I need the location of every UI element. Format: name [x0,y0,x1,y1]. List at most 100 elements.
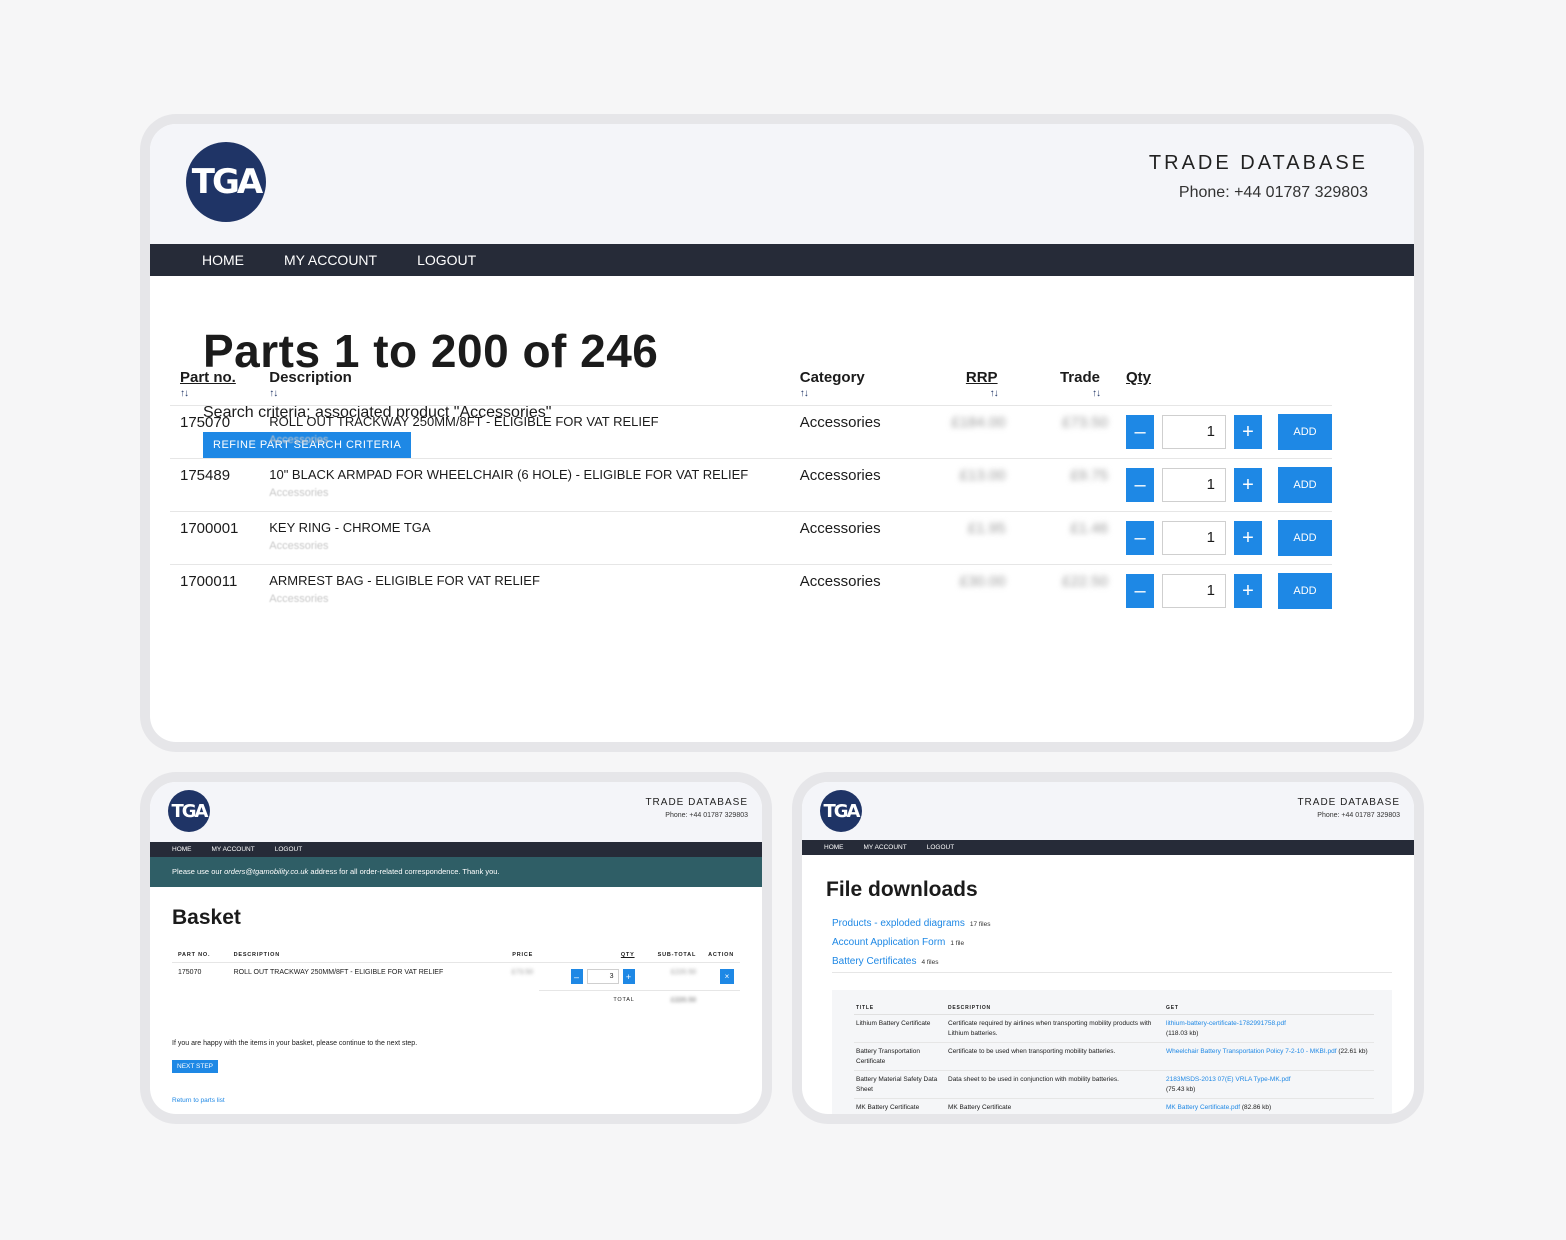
part-rrp: £13.00 [908,458,1006,512]
tga-logo[interactable]: TGA [186,142,266,222]
col-get: GET [1164,1002,1374,1015]
sort-arrows-icon[interactable]: ↑↓ [919,388,999,399]
nav-home[interactable]: HOME [824,844,844,851]
part-number[interactable]: 175070 [170,405,260,459]
increase-qty-button[interactable]: + [622,969,635,984]
increase-qty-button[interactable]: + [1234,574,1262,608]
basket-table: PART NO. DESCRIPTION PRICE QTY SUB-TOTAL… [172,948,740,1010]
file-title: Lithium Battery Certificate [854,1014,946,1043]
notice-prefix: Please use our [172,867,225,876]
col-description: DESCRIPTION [227,948,498,963]
add-to-basket-button[interactable]: ADD [1278,520,1332,556]
site-header: TGA TRADE DATABASE Phone: +44 01787 3298… [802,782,1414,840]
site-header: TGA TRADE DATABASE Phone: +44 01787 3298… [150,782,762,842]
add-to-basket-button[interactable]: ADD [1278,573,1332,609]
file-group[interactable]: Products - exploded diagrams 17 files [832,918,1392,929]
file-download-link[interactable]: Wheelchair Battery Transportation Policy… [1166,1048,1337,1055]
return-to-parts-link[interactable]: Return to parts list [172,1097,225,1104]
file-size: (75.43 kb) [1166,1086,1196,1093]
sort-arrows-icon[interactable]: ↑↓ [180,388,259,399]
file-group-link[interactable]: Account Application Form [832,937,945,948]
qty-input[interactable]: 1 [1162,415,1226,449]
qty-cell: –1 + ADD [1108,458,1332,512]
col-description: DESCRIPTION [946,1002,1164,1015]
sort-arrows-icon[interactable]: ↑↓ [800,388,909,399]
tga-logo[interactable]: TGA [820,790,862,832]
qty-input[interactable]: 1 [1162,521,1226,555]
decrease-qty-button[interactable]: – [570,969,583,984]
file-group[interactable]: Battery Certificates 4 files [832,956,1392,973]
sort-arrows-icon[interactable]: ↑↓ [269,388,790,399]
part-trade-price: £1.46 [1005,511,1108,565]
brand-phone: Phone: +44 01787 329803 [1317,812,1400,819]
increase-qty-button[interactable]: + [1234,521,1262,555]
file-groups: Products - exploded diagrams 17 files Acc… [832,918,1392,981]
nav-logout[interactable]: LOGOUT [417,252,476,268]
part-subcategory: Accessories [269,540,329,552]
file-download-link[interactable]: 2183MSDS-2013 07(E) VRLA Type-MK.pdf [1166,1076,1291,1083]
col-trade[interactable]: Trade ↑↓ [1006,361,1108,406]
part-description[interactable]: ROLL OUT TRACKWAY 250MM/8FT - ELIGIBLE F… [269,414,790,429]
file-get-cell: 2183MSDS-2013 07(E) VRLA Type-MK.pdf (75.… [1164,1070,1374,1099]
brand-block: TRADE DATABASE Phone: +44 01787 329803 [1297,797,1400,819]
qty-input[interactable]: 1 [1162,574,1226,608]
nav-logout[interactable]: LOGOUT [927,844,954,851]
col-part-no[interactable]: Part no. ↑↓ [170,361,259,406]
decrease-qty-button[interactable]: – [1126,521,1154,555]
col-description[interactable]: Description ↑↓ [259,361,790,406]
file-group[interactable]: Account Application Form 1 file [832,937,1392,948]
file-size: (118.03 kb) [1166,1030,1199,1037]
part-description[interactable]: 10" BLACK ARMPAD FOR WHEELCHAIR (6 HOLE)… [269,467,790,482]
col-subtotal: SUB-TOTAL [640,948,703,963]
qty-cell: –1 + ADD [1108,564,1332,617]
increase-qty-button[interactable]: + [1234,415,1262,449]
file-get-cell: Wheelchair Battery Transportation Policy… [1164,1042,1374,1071]
tga-logo[interactable]: TGA [168,790,210,832]
nav-my-account[interactable]: MY ACCOUNT [284,252,377,268]
parts-table: Part no. ↑↓ Description ↑↓ Category ↑↓ RRP ↑… [170,361,1332,617]
part-number[interactable]: 1700001 [170,511,260,565]
decrease-qty-button[interactable]: – [1126,468,1154,502]
next-step-button[interactable]: NEXT STEP [172,1060,219,1073]
table-row: 175070 ROLL OUT TRACKWAY 250MM/8FT - ELI… [170,405,1332,459]
file-description: MK Battery Certificate [946,1098,1164,1114]
file-download-link[interactable]: MK Battery Certificate.pdf [1166,1104,1240,1111]
part-description[interactable]: KEY RING - CHROME TGA [269,520,790,535]
col-qty[interactable]: Qty. [1108,361,1332,406]
col-rrp[interactable]: RRP ↑↓ [909,361,1006,406]
col-category[interactable]: Category ↑↓ [790,361,909,406]
add-to-basket-button[interactable]: ADD [1278,467,1332,503]
nav-home[interactable]: HOME [172,846,192,853]
part-description[interactable]: ARMREST BAG - ELIGIBLE FOR VAT RELIEF [269,573,790,588]
file-download-link[interactable]: lithium-battery-certificate-1782991758.p… [1166,1020,1286,1027]
qty-input[interactable]: 3 [586,969,619,984]
file-group-link[interactable]: Products - exploded diagrams [832,918,965,929]
nav-home[interactable]: HOME [202,252,244,268]
continue-message: If you are happy with the items in your … [172,1040,418,1047]
notice-email[interactable]: orders@tgamobility.co.uk [224,867,308,876]
add-to-basket-button[interactable]: ADD [1278,414,1332,450]
qty-stepper: –1 + ADD [1126,520,1332,556]
qty-input[interactable]: 1 [1162,468,1226,502]
file-group-link[interactable]: Battery Certificates [832,956,916,967]
brand-phone: Phone: +44 01787 329803 [1178,184,1368,201]
qty-cell: –1 + ADD [1108,511,1332,565]
part-number[interactable]: 175489 [170,458,260,512]
nav-my-account[interactable]: MY ACCOUNT [212,846,255,853]
main-nav: HOME MY ACCOUNT LOGOUT [802,840,1414,855]
nav-my-account[interactable]: MY ACCOUNT [864,844,907,851]
file-size: (22.61 kb) [1338,1048,1368,1055]
remove-item-button[interactable]: × [720,969,734,984]
decrease-qty-button[interactable]: – [1126,415,1154,449]
order-email-notice: Please use our orders@tgamobility.co.uk … [150,857,762,887]
qty-stepper: –1 + ADD [1126,414,1332,450]
table-row: Lithium Battery Certificate Certificate … [854,1014,1374,1043]
nav-logout[interactable]: LOGOUT [275,846,302,853]
part-rrp: £30.00 [908,564,1006,617]
qty-stepper: –3 + [545,969,635,984]
sort-arrows-icon[interactable]: ↑↓ [1016,388,1101,399]
file-description: Certificate required by airlines when tr… [946,1014,1164,1043]
decrease-qty-button[interactable]: – [1126,574,1154,608]
part-number[interactable]: 1700011 [170,564,260,617]
increase-qty-button[interactable]: + [1234,468,1262,502]
